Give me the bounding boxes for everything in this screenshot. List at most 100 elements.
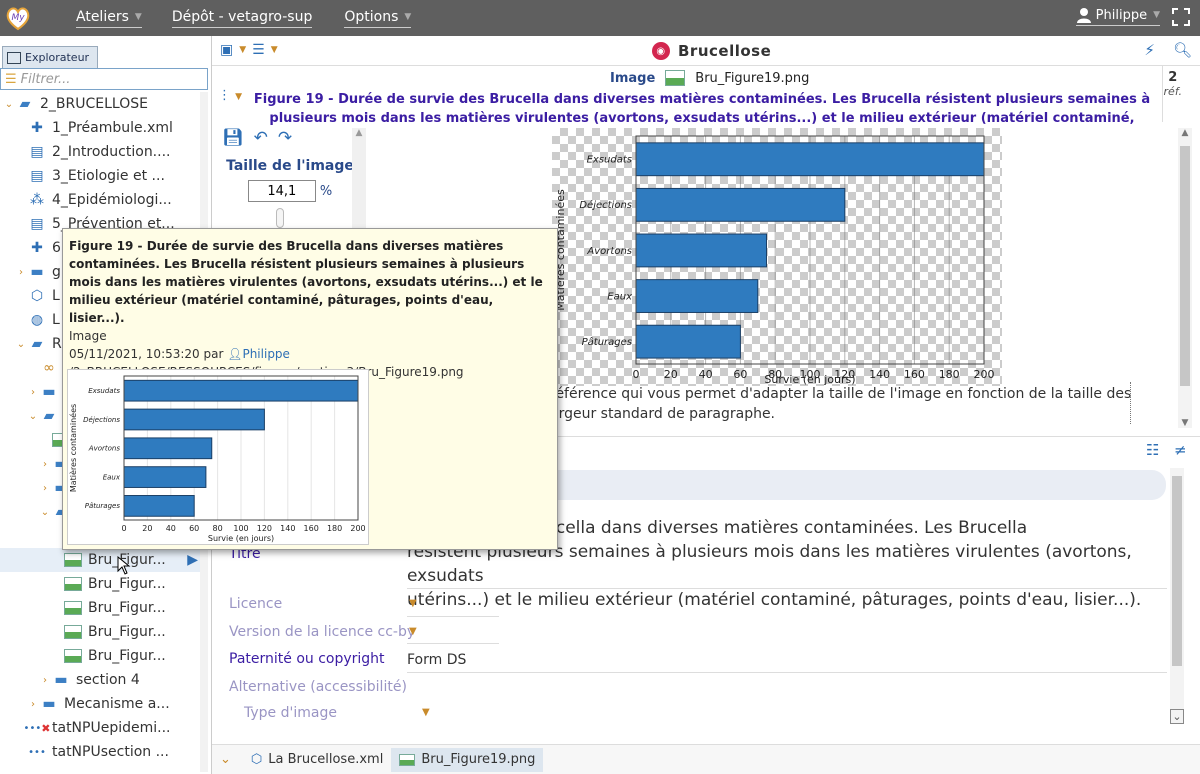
redo-icon[interactable]: ↷	[278, 128, 292, 148]
tree-item[interactable]: Bru_Figur...	[0, 620, 200, 644]
tree-item[interactable]: ▤ 2_Introduction....	[0, 140, 200, 164]
chevron-right-icon[interactable]: ›	[38, 459, 52, 470]
tree-item-label: L	[52, 312, 60, 328]
list-icon[interactable]: ☰	[252, 42, 265, 58]
reference-count[interactable]: 2 réf.	[1164, 70, 1182, 98]
tooltip-user: Philippe	[242, 347, 290, 361]
menu-ateliers[interactable]: Ateliers ▼	[76, 9, 142, 28]
tree-item[interactable]: ••• ✖ tatNPUepidemi...	[0, 716, 200, 740]
image-icon	[64, 648, 82, 664]
user-icon	[1076, 8, 1091, 23]
chevron-right-icon[interactable]: ›	[26, 387, 40, 398]
chevron-down-icon[interactable]: ▼	[271, 45, 278, 55]
chevron-down-icon[interactable]: ⌄	[14, 339, 28, 350]
x-tick-label: 100	[233, 524, 248, 533]
tree-item[interactable]: ••• tatNPUsection ...	[0, 740, 200, 764]
chevron-down-icon: ▼	[1153, 10, 1160, 20]
sliders-icon[interactable]: ☷	[1146, 441, 1159, 459]
copyright-value[interactable]: Form DS	[407, 648, 466, 672]
x-tick-label: 40	[166, 524, 176, 533]
image-size-slider[interactable]	[276, 208, 284, 228]
tree-item[interactable]: ✚ 1_Préambule.xml	[0, 116, 200, 140]
image-size-unit: %	[319, 183, 333, 199]
folder-icon: ▬	[54, 672, 68, 688]
tree-item-label: tatNPUepidemi...	[52, 720, 171, 736]
user-name: Philippe	[1095, 7, 1148, 23]
search-icon[interactable]: 🔍︎	[1173, 41, 1192, 59]
x-tick-label: 60	[189, 524, 199, 533]
x-axis-label: Survie (en jours)	[208, 534, 274, 543]
menu-depot[interactable]: Dépôt - vetagro-sup	[171, 8, 313, 28]
tree-item[interactable]: › ▬ section 4	[0, 668, 200, 692]
tree-item[interactable]: ⁂ 4_Epidémiologi...	[0, 188, 200, 212]
scroll-thumb[interactable]	[1180, 146, 1190, 386]
image-tools: 💾︎ ↶ ↷ Taille de l'image %	[220, 128, 360, 202]
y-axis-label: Matières contaminées	[68, 404, 78, 492]
chevron-right-icon[interactable]: ›	[26, 699, 40, 710]
editor-scrollbar[interactable]: ▲ ▼	[1178, 128, 1192, 428]
image-icon	[665, 70, 686, 86]
chevron-down-icon[interactable]: ▼	[239, 45, 246, 55]
tree-item[interactable]: ▤ 3_Etiologie et ...	[0, 164, 200, 188]
selected-arrow-icon: ▶	[187, 552, 198, 568]
bar	[635, 187, 846, 222]
tab-explorateur-label: Explorateur	[25, 51, 90, 64]
scroll-down-icon[interactable]: ▼	[1178, 418, 1192, 428]
document-title: ◉ Brucellose	[652, 42, 771, 60]
main-chart: 0 20 40 60 80 100 120 140 160 180 200ExsudatsDéjec…	[554, 135, 995, 386]
view-icon[interactable]: ▣	[220, 42, 233, 58]
chevron-double-down-icon[interactable]: ⌄	[220, 752, 231, 767]
scroll-up-icon[interactable]: ▲	[1178, 128, 1192, 138]
tree-item[interactable]: Bru_Figur... ▶	[0, 548, 200, 572]
chevron-right-icon[interactable]: ›	[14, 267, 28, 278]
tab-la-brucellose[interactable]: ⬡ La Brucellose.xml	[243, 748, 391, 772]
licence-version-dropdown[interactable]: ▼	[409, 626, 417, 637]
tree-item-label: L	[52, 288, 60, 304]
tab-explorateur[interactable]: Explorateur	[2, 46, 98, 68]
image-type-dropdown[interactable]: ▼	[422, 707, 430, 718]
editor-toolbar-left: ▣ ▼ ☰ ▼	[220, 42, 278, 58]
editor-toolbar: ▣ ▼ ☰ ▼ ◉ Brucellose ⚡ 🔍︎	[212, 36, 1200, 66]
caption-menu[interactable]: ⋮ ▼	[218, 88, 242, 103]
fullscreen-icon[interactable]	[1172, 8, 1190, 30]
image-file-name[interactable]: Bru_Figure19.png	[695, 71, 809, 86]
user-menu[interactable]: Philippe ▼	[1075, 7, 1160, 26]
category-label: Avortons	[586, 246, 632, 257]
scroll-down-icon[interactable]: ⌄	[1170, 709, 1184, 724]
folder-open-icon: ▰	[31, 336, 43, 352]
save-icon[interactable]: 💾︎	[222, 128, 244, 148]
x-tick-label: 120	[257, 524, 272, 533]
tree-item-label: section 4	[76, 672, 140, 688]
tab-bru-figure19[interactable]: Bru_Figure19.png	[391, 747, 544, 772]
top-bar: My Ateliers ▼ Dépôt - vetagro-sup Option…	[0, 0, 1200, 36]
x-tick-label: 180	[327, 524, 342, 533]
menu-depot-label: Dépôt - vetagro-sup	[171, 8, 313, 25]
properties-scrollbar[interactable]: ⌄	[1170, 468, 1184, 724]
tree-item[interactable]: › ▬ Mecanisme a...	[0, 692, 200, 716]
image-preview: 0 20 40 60 80 100 120 140 160 180 200 Exsudats Déjec…	[552, 128, 1002, 386]
x-tick-label: 0	[121, 524, 126, 533]
not-equal-icon[interactable]: ≠	[1174, 441, 1187, 459]
chevron-right-icon[interactable]: ›	[38, 675, 52, 686]
licence-dropdown[interactable]: ▼	[409, 598, 417, 609]
lightning-icon[interactable]: ⚡	[1144, 41, 1155, 59]
chevron-down-icon[interactable]: ⌄	[2, 99, 16, 110]
x-tick-label: 40	[699, 368, 713, 381]
menu-options[interactable]: Options ▼	[344, 9, 412, 28]
reference-count-number: 2	[1168, 70, 1178, 85]
tree-item[interactable]: Bru_Figur...	[0, 572, 200, 596]
x-tick-label: 160	[904, 368, 925, 381]
scroll-thumb[interactable]	[1172, 476, 1182, 666]
app-logo[interactable]: My	[0, 0, 36, 36]
chevron-down-icon[interactable]: ⌄	[26, 411, 40, 422]
scroll-up-icon[interactable]: ▲	[352, 128, 366, 138]
filter-input[interactable]: ☰ Filtrer...	[0, 68, 208, 90]
tree-item[interactable]: Bru_Figur...	[0, 596, 200, 620]
image-size-input[interactable]	[247, 180, 316, 202]
undo-icon[interactable]: ↶	[254, 128, 268, 148]
chevron-right-icon[interactable]: ›	[38, 483, 52, 494]
tree-item-label: tatNPUsection ...	[52, 744, 169, 760]
chevron-down-icon[interactable]: ⌄	[38, 507, 52, 518]
tree-item[interactable]: Bru_Figur...	[0, 644, 200, 668]
tree-item[interactable]: ⌄ ▰ 2_BRUCELLOSE	[0, 92, 200, 116]
